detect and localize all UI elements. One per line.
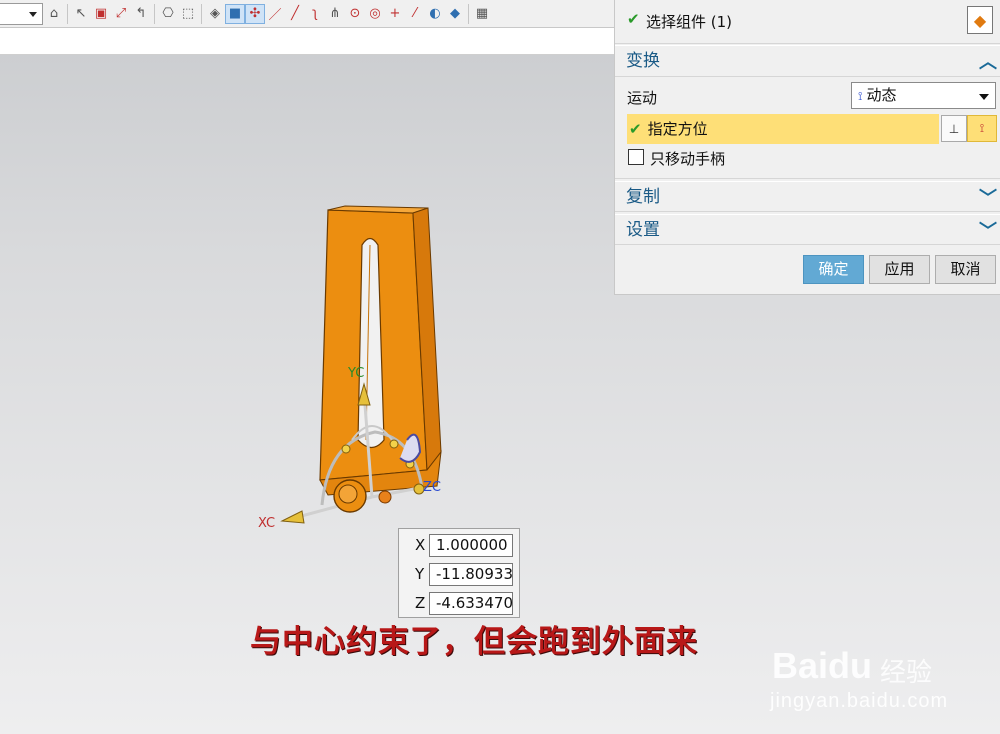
y-coordinate-row: Y -11.80933	[399, 560, 519, 588]
y-input[interactable]: -11.80933	[429, 563, 513, 586]
component-select-icon[interactable]: ◆	[967, 6, 993, 34]
csys-icon[interactable]: ⟟	[967, 115, 997, 142]
x-coordinate-row: X 1.000000	[399, 531, 519, 559]
caption-text: 与中心约束了，但会跑到外面来	[250, 624, 698, 660]
xc-arrowhead	[280, 510, 305, 524]
x-label: X	[415, 536, 426, 554]
copy-section-header[interactable]: 复制 ﹀	[615, 181, 1000, 212]
y-label: Y	[415, 565, 425, 583]
apply-button[interactable]: 应用	[869, 255, 930, 284]
ok-button[interactable]: 确定	[803, 255, 864, 284]
check-icon: ✔	[629, 120, 642, 138]
coordinate-input-box: X 1.000000 Y -11.80933 Z -4.633470	[398, 528, 520, 618]
orientation-dialog-button[interactable]: ⊥	[941, 115, 967, 142]
section-divider	[615, 178, 1000, 179]
watermark-brand: Baidu	[772, 645, 873, 686]
motion-dropdown[interactable]: ⟟ 动态	[851, 82, 996, 109]
watermark-brand-cn: 经验	[880, 658, 933, 688]
specify-orientation-label: 指定方位	[647, 120, 708, 138]
motion-label: 运动	[627, 89, 658, 107]
rotation-handle[interactable]	[341, 444, 351, 454]
select-components-label: 选择组件 (1)	[646, 13, 733, 31]
settings-section-header[interactable]: 设置 ﹀	[615, 214, 1000, 245]
z-coordinate-row: Z -4.633470	[399, 589, 519, 617]
xc-axis-label: XC	[258, 516, 275, 531]
chevron-down-icon[interactable]: ﹀	[979, 184, 997, 214]
move-component-dialog: ✔ 选择组件 (1) ◆ 变换 ︿ 运动 ⟟ 动态 ✔ 指定方位 ⊥ ⟟ 只移动手柄…	[614, 0, 1000, 295]
copy-section-title: 复制	[626, 187, 660, 207]
specify-orientation-row[interactable]: ✔ 指定方位	[627, 114, 939, 144]
dropdown-arrow-icon	[979, 94, 989, 100]
origin-handle[interactable]	[378, 490, 392, 504]
settings-section-title: 设置	[626, 220, 660, 240]
zc-axis-label: ZC	[423, 480, 441, 495]
move-handle-only-label: 只移动手柄	[650, 150, 726, 168]
csys-icon: ⟟	[858, 89, 863, 103]
hinge-nut-inner	[338, 484, 358, 504]
z-input[interactable]: -4.633470	[429, 592, 513, 615]
chevron-up-icon[interactable]: ︿	[979, 48, 997, 78]
rotation-handle[interactable]	[389, 439, 399, 449]
yc-axis-label: YC	[347, 366, 364, 381]
move-handle-only-checkbox[interactable]	[628, 149, 644, 165]
check-icon: ✔	[627, 10, 640, 28]
chevron-down-icon[interactable]: ﹀	[979, 217, 997, 247]
select-components-row[interactable]: ✔ 选择组件 (1) ◆	[615, 0, 1000, 44]
transform-section-header[interactable]: 变换 ︿	[615, 45, 1000, 77]
watermark-url: jingyan.baidu.com	[770, 690, 949, 712]
transform-section-title: 变换	[626, 51, 660, 71]
motion-value: 动态	[866, 86, 897, 104]
cancel-button[interactable]: 取消	[935, 255, 996, 284]
z-label: Z	[415, 594, 426, 612]
x-input[interactable]: 1.000000	[429, 534, 513, 557]
